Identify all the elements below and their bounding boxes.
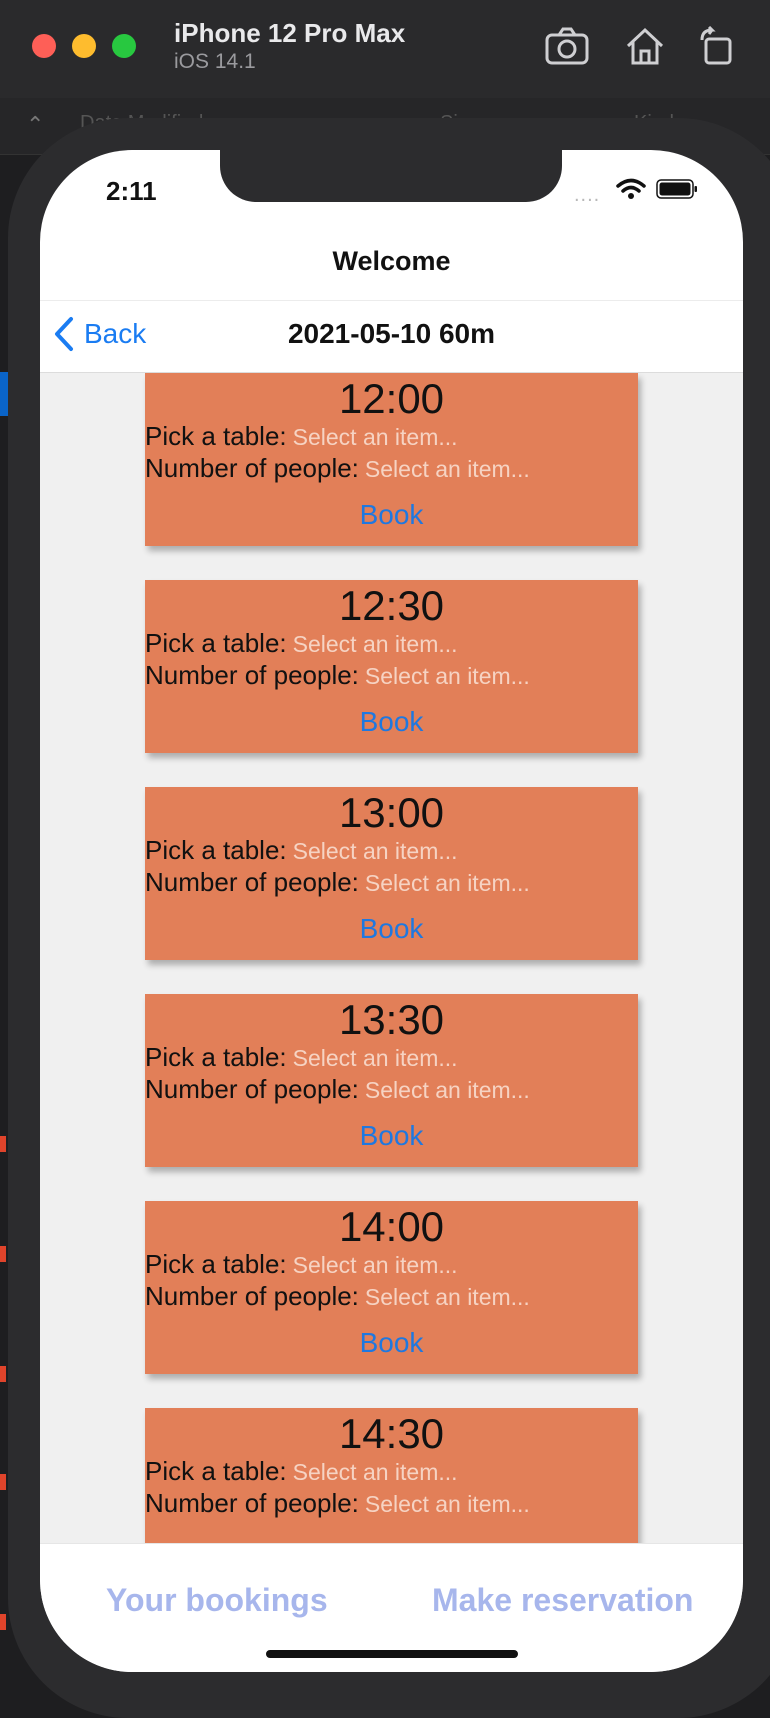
table-label: Pick a table: bbox=[145, 1456, 287, 1486]
book-button[interactable]: Book bbox=[145, 706, 638, 738]
home-indicator[interactable] bbox=[266, 1650, 518, 1658]
time-slot-card: 12:30 Pick a table: Select an item... Num… bbox=[145, 580, 638, 753]
table-label: Pick a table: bbox=[145, 421, 287, 451]
divider bbox=[40, 300, 743, 301]
people-label: Number of people: bbox=[145, 1281, 359, 1311]
os-version: iOS 14.1 bbox=[174, 50, 256, 73]
people-picker[interactable]: Select an item... bbox=[365, 1284, 530, 1310]
signal-indicator: .... bbox=[574, 184, 601, 206]
slot-time: 14:00 bbox=[338, 1203, 445, 1250]
time-slot-card: 14:30 Pick a table: Select an item... Num… bbox=[145, 1408, 638, 1543]
people-picker[interactable]: Select an item... bbox=[365, 663, 530, 689]
table-picker[interactable]: Select an item... bbox=[293, 1459, 458, 1485]
tab-your-bookings[interactable]: Your bookings bbox=[106, 1582, 328, 1619]
nav-welcome-title: Welcome bbox=[332, 246, 451, 276]
people-picker[interactable]: Select an item... bbox=[365, 1077, 530, 1103]
zoom-window-button[interactable] bbox=[112, 34, 136, 58]
close-window-button[interactable] bbox=[32, 34, 56, 58]
table-picker[interactable]: Select an item... bbox=[293, 1045, 458, 1071]
book-button[interactable]: Book bbox=[145, 499, 638, 531]
slot-time: 12:00 bbox=[338, 375, 445, 422]
table-picker-row[interactable]: Pick a table: Select an item... bbox=[145, 628, 458, 659]
home-icon[interactable] bbox=[622, 26, 668, 66]
table-picker-row[interactable]: Pick a table: Select an item... bbox=[145, 835, 458, 866]
people-picker-row[interactable]: Number of people: Select an item... bbox=[145, 1281, 530, 1312]
people-label: Number of people: bbox=[145, 867, 359, 897]
table-label: Pick a table: bbox=[145, 835, 287, 865]
wifi-icon bbox=[616, 178, 646, 199]
table-label: Pick a table: bbox=[145, 1042, 287, 1072]
background-error-marker bbox=[0, 1474, 6, 1490]
table-label: Pick a table: bbox=[145, 628, 287, 658]
rotate-icon[interactable] bbox=[694, 25, 740, 66]
people-picker-row[interactable]: Number of people: Select an item... bbox=[145, 867, 530, 898]
background-selection-marker bbox=[0, 372, 8, 416]
book-button[interactable]: Book bbox=[145, 1327, 638, 1359]
people-picker-row[interactable]: Number of people: Select an item... bbox=[145, 453, 530, 484]
people-picker[interactable]: Select an item... bbox=[365, 1491, 530, 1517]
book-button[interactable]: Book bbox=[145, 913, 638, 945]
table-picker[interactable]: Select an item... bbox=[293, 424, 458, 450]
table-picker[interactable]: Select an item... bbox=[293, 1252, 458, 1278]
background-error-marker bbox=[0, 1246, 6, 1262]
table-picker-row[interactable]: Pick a table: Select an item... bbox=[145, 1249, 458, 1280]
tab-make-reservation[interactable]: Make reservation bbox=[432, 1582, 693, 1619]
slot-time: 13:00 bbox=[338, 789, 445, 836]
book-button[interactable]: Book bbox=[145, 1120, 638, 1152]
simulator-title-bar: iPhone 12 Pro Max iOS 14.1 bbox=[0, 0, 770, 99]
people-label: Number of people: bbox=[145, 453, 359, 483]
minimize-window-button[interactable] bbox=[72, 34, 96, 58]
notch bbox=[220, 150, 562, 202]
time-slot-card: 12:00 Pick a table: Select an item... Num… bbox=[145, 373, 638, 546]
table-picker-row[interactable]: Pick a table: Select an item... bbox=[145, 1042, 458, 1073]
slot-time: 14:30 bbox=[338, 1410, 445, 1457]
table-picker-row[interactable]: Pick a table: Select an item... bbox=[145, 421, 458, 452]
page-title: 2021-05-10 60m bbox=[287, 318, 496, 349]
people-picker-row[interactable]: Number of people: Select an item... bbox=[145, 660, 530, 691]
people-picker-row[interactable]: Number of people: Select an item... bbox=[145, 1074, 530, 1105]
people-label: Number of people: bbox=[145, 1488, 359, 1518]
time-slot-card: 13:00 Pick a table: Select an item... Num… bbox=[145, 787, 638, 960]
background-error-marker bbox=[0, 1136, 6, 1152]
slot-time: 13:30 bbox=[338, 996, 445, 1043]
device-name: iPhone 12 Pro Max bbox=[174, 18, 406, 48]
time-slot-card: 13:30 Pick a table: Select an item... Num… bbox=[145, 994, 638, 1167]
slot-time: 12:30 bbox=[338, 582, 445, 629]
table-picker[interactable]: Select an item... bbox=[293, 631, 458, 657]
table-label: Pick a table: bbox=[145, 1249, 287, 1279]
background-error-marker bbox=[0, 1366, 6, 1382]
screenshot-icon[interactable] bbox=[544, 26, 590, 66]
status-time: 2:11 bbox=[106, 176, 157, 206]
people-label: Number of people: bbox=[145, 660, 359, 690]
background-error-marker bbox=[0, 1614, 6, 1630]
time-slot-card: 14:00 Pick a table: Select an item... Num… bbox=[145, 1201, 638, 1374]
phone-screen: 2:11 .... Welcome Back 2021-05-10 60m 12… bbox=[40, 150, 743, 1672]
people-label: Number of people: bbox=[145, 1074, 359, 1104]
battery-icon bbox=[656, 179, 697, 199]
table-picker-row[interactable]: Pick a table: Select an item... bbox=[145, 1456, 458, 1487]
people-picker[interactable]: Select an item... bbox=[365, 870, 530, 896]
chevron-up-icon: ⌃ bbox=[26, 112, 45, 137]
table-picker[interactable]: Select an item... bbox=[293, 838, 458, 864]
people-picker[interactable]: Select an item... bbox=[365, 456, 530, 482]
people-picker-row[interactable]: Number of people: Select an item... bbox=[145, 1488, 530, 1519]
time-slot-list[interactable]: 12:00 Pick a table: Select an item... Num… bbox=[40, 373, 743, 1543]
